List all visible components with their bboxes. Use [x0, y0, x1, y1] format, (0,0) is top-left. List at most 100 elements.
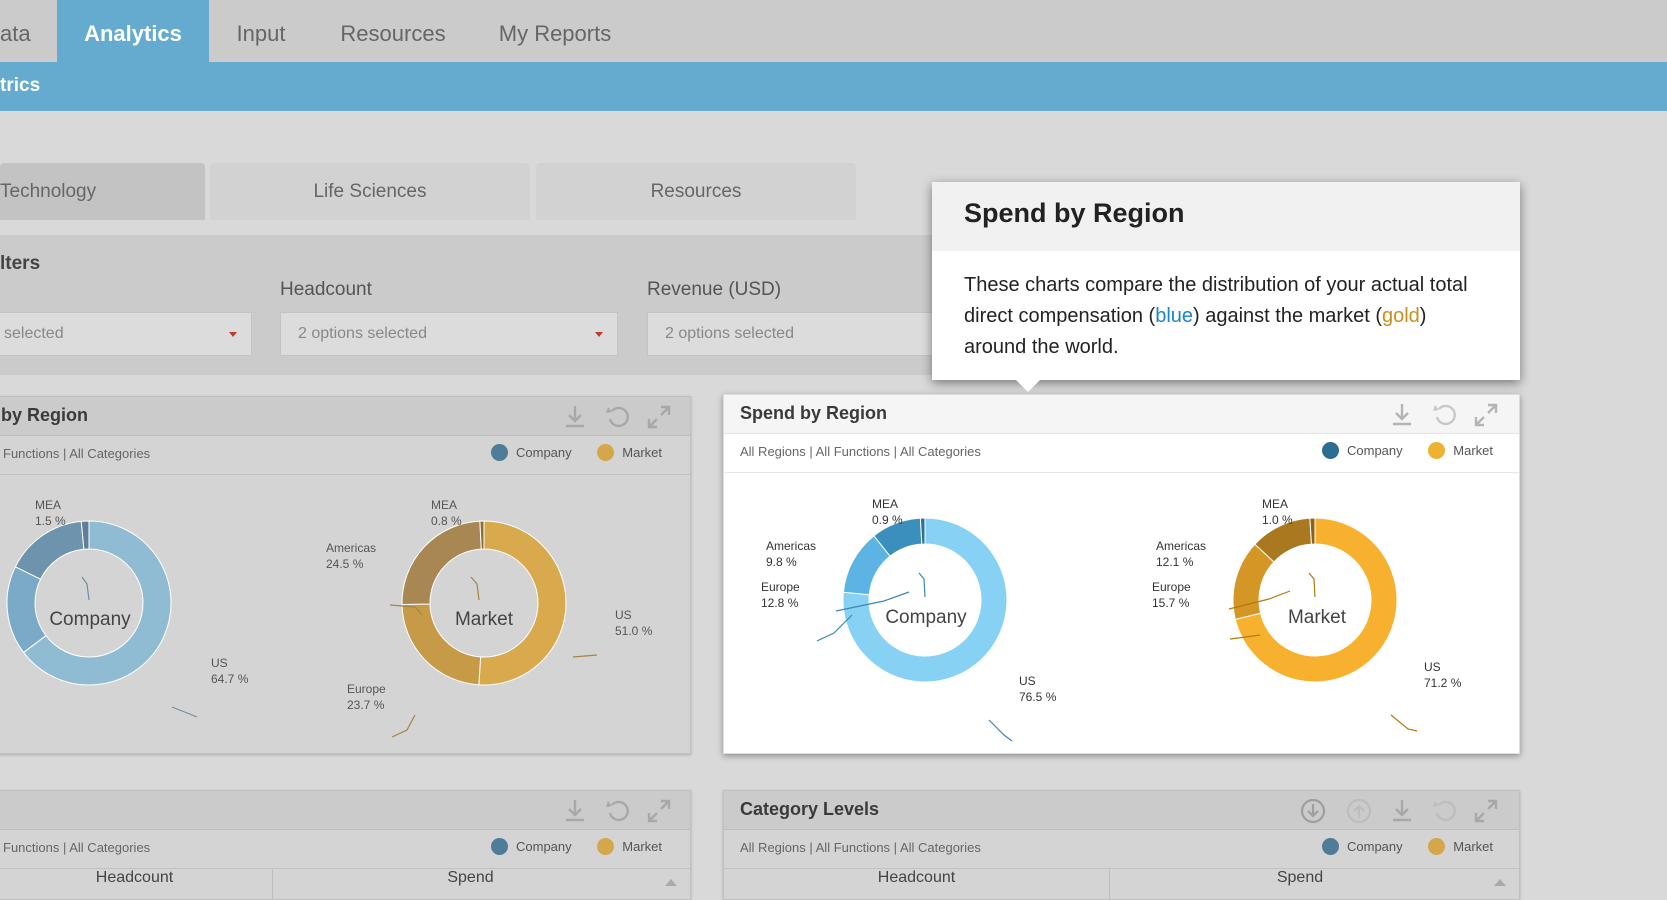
americas-label: Americas 9.8 %: [766, 539, 817, 569]
mea-leader-line: [918, 572, 926, 598]
nav-tab-my-reports[interactable]: My Reports: [490, 0, 620, 62]
reset-icon[interactable]: [1430, 797, 1458, 825]
chevron-down-icon: [595, 332, 603, 337]
company-legend-label: Company: [1347, 443, 1403, 458]
headcount-select[interactable]: 2 options selected: [280, 312, 618, 356]
market-legend-label: Market: [622, 839, 662, 854]
market-legend-dot: [1428, 442, 1446, 459]
market-legend-dot: [597, 444, 615, 461]
tooltip-header: Spend by Region: [932, 182, 1520, 251]
mea-label: MEA 1.0 %: [1262, 497, 1293, 527]
mea-label: MEA 0.8 %: [431, 498, 462, 528]
us-leader-line: [988, 719, 1013, 742]
mea-label: MEA 0.9 %: [872, 497, 903, 527]
tab-technology[interactable]: Technology: [0, 163, 205, 220]
market-legend-label: Market: [1453, 443, 1493, 458]
expand-icon[interactable]: [645, 797, 673, 825]
us-leader-line: [171, 706, 198, 718]
panel-subtitle: All Regions | All Functions | All Catego…: [740, 840, 981, 855]
company-donut-center: Company: [49, 609, 131, 630]
market-donut: [1232, 517, 1398, 683]
europe-label: Europe 15.7 %: [1152, 580, 1191, 610]
drill-down-icon[interactable]: [1299, 797, 1327, 825]
legend: Company Market: [1322, 838, 1493, 855]
tooltip-body: These charts compare the distribution of…: [964, 270, 1494, 363]
first-filter-value: selected: [4, 325, 64, 342]
first-filter-select[interactable]: selected: [0, 312, 252, 356]
market-legend-dot: [597, 838, 615, 855]
mea-leader-line: [1308, 572, 1316, 598]
panel-tools: [557, 797, 677, 825]
panel-title: by Region: [1, 405, 89, 425]
nav-tab-input[interactable]: Input: [226, 0, 296, 62]
panel-tools: [1299, 797, 1509, 825]
panel-subtitle: All Regions | All Functions | All Catego…: [740, 444, 981, 459]
spend-column-header[interactable]: Spend: [1110, 869, 1490, 886]
filters-title: lters: [0, 253, 41, 274]
mea-label: MEA 1.5 %: [35, 498, 66, 528]
donut-slice-americas[interactable]: [401, 520, 482, 606]
right-spend-by-region-panel: Spend by Region All Regions | All Functi…: [723, 394, 1520, 754]
headcount-column-header[interactable]: Headcount: [724, 869, 1109, 886]
download-icon[interactable]: [561, 797, 589, 825]
us-label: US 71.2 %: [1424, 660, 1462, 690]
download-icon[interactable]: [561, 403, 589, 431]
tooltip-popover: Spend by Region These charts compare the…: [932, 182, 1520, 380]
nav-tab-data[interactable]: ata: [0, 0, 40, 62]
company-legend-dot: [491, 838, 508, 855]
americas-label: Americas 24.5 %: [326, 541, 377, 571]
sub-header-title: trics: [0, 75, 41, 96]
legend: Company Market: [491, 838, 662, 855]
tab-resources[interactable]: Resources: [536, 163, 856, 220]
panel-tools: [557, 403, 677, 431]
revenue-value: 2 options selected: [665, 325, 794, 342]
company-donut: [6, 520, 172, 686]
expand-icon[interactable]: [1472, 401, 1500, 429]
left-spend-by-region-panel: by Region Functions | All Categories Com…: [0, 396, 691, 754]
panel-tools: [1388, 401, 1508, 429]
expand-icon[interactable]: [645, 403, 673, 431]
bottom-left-panel: Functions | All Categories Company Marke…: [0, 790, 691, 900]
panel-header: by Region: [0, 397, 690, 436]
sub-header-bar: trics: [0, 62, 1667, 111]
panel-title: Spend by Region: [740, 403, 888, 423]
panel-header: [0, 791, 690, 830]
nav-tab-analytics[interactable]: Analytics: [57, 0, 209, 62]
expand-icon[interactable]: [1472, 797, 1500, 825]
us-label: US 51.0 %: [615, 608, 653, 638]
tab-life-sciences[interactable]: Life Sciences: [210, 163, 530, 220]
reset-icon[interactable]: [603, 403, 631, 431]
top-nav: ata Analytics Input Resources My Reports: [0, 0, 1667, 62]
download-icon[interactable]: [1388, 401, 1416, 429]
company-legend-label: Company: [1347, 839, 1403, 854]
scroll-up-icon[interactable]: [1494, 879, 1506, 886]
tooltip-text: ) against the market (: [1193, 305, 1382, 327]
company-donut-center: Company: [885, 607, 967, 628]
americas-label: Americas 12.1 %: [1156, 539, 1207, 569]
tooltip-gold-word: gold: [1381, 305, 1420, 327]
donut-slice-us[interactable]: [478, 520, 567, 686]
company-legend-dot: [1322, 838, 1339, 855]
scroll-up-icon[interactable]: [665, 879, 677, 886]
company-legend-label: Company: [516, 839, 572, 854]
chevron-down-icon: [229, 332, 237, 337]
chart-canvas: [816, 517, 1418, 742]
donut-slice-americas[interactable]: [14, 520, 85, 580]
panel-title: Category Levels: [740, 799, 880, 819]
legend: Company Market: [491, 444, 662, 461]
company-legend-dot: [491, 444, 508, 461]
reset-icon[interactable]: [603, 797, 631, 825]
nav-tab-resources[interactable]: Resources: [332, 0, 454, 62]
company-legend-label: Company: [516, 445, 572, 460]
drill-up-icon[interactable]: [1345, 797, 1373, 825]
download-icon[interactable]: [1388, 797, 1416, 825]
reset-icon[interactable]: [1430, 401, 1458, 429]
us-leader-line: [1390, 714, 1418, 732]
revenue-select[interactable]: 2 options selected: [647, 312, 947, 356]
legend: Company Market: [1322, 442, 1493, 459]
company-donut: [842, 517, 1008, 683]
headcount-column-header[interactable]: Headcount: [0, 869, 272, 886]
mea-leader-line: [81, 576, 90, 601]
spend-column-header[interactable]: Spend: [273, 869, 668, 886]
us-leader-line: [572, 654, 598, 658]
